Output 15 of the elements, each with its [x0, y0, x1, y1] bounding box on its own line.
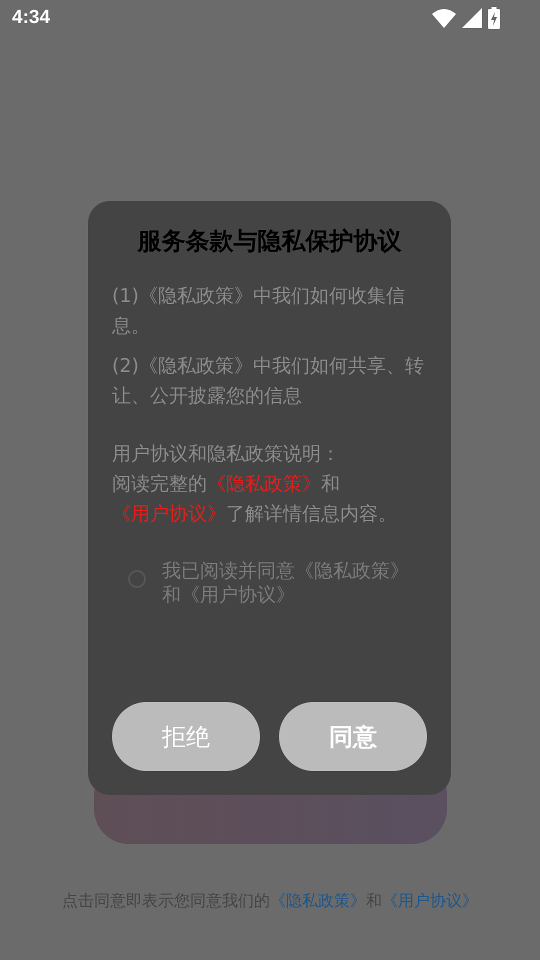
policy-link[interactable]: 《隐私政策》	[207, 473, 321, 495]
notice-text: 阅读完整的《隐私政策》和 《用户协议》了解详情信息内容。	[112, 472, 398, 527]
policy-item-text: (1)《隐私政策》中我们如何收集信息。	[112, 284, 406, 339]
dialog-title: 服务条款与隐私保护协议	[136, 226, 402, 257]
policy-link[interactable]: 《隐私政策》	[270, 891, 366, 910]
policy-link[interactable]: 《用户协议》	[112, 503, 226, 525]
wifi-icon	[432, 8, 456, 28]
accept-button[interactable]: 同意	[279, 702, 427, 771]
policy-link[interactable]: 《用户协议》	[382, 891, 478, 910]
battery-icon	[488, 7, 500, 29]
reject-button[interactable]: 拒绝	[112, 702, 260, 771]
status-time: 4:34	[12, 7, 50, 29]
section-heading: 用户协议和隐私政策说明：	[112, 442, 341, 467]
policy-item-text: (2)《隐私政策》中我们如何共享、转让、公开披露您的信息	[112, 354, 425, 409]
signal-icon	[462, 8, 482, 28]
